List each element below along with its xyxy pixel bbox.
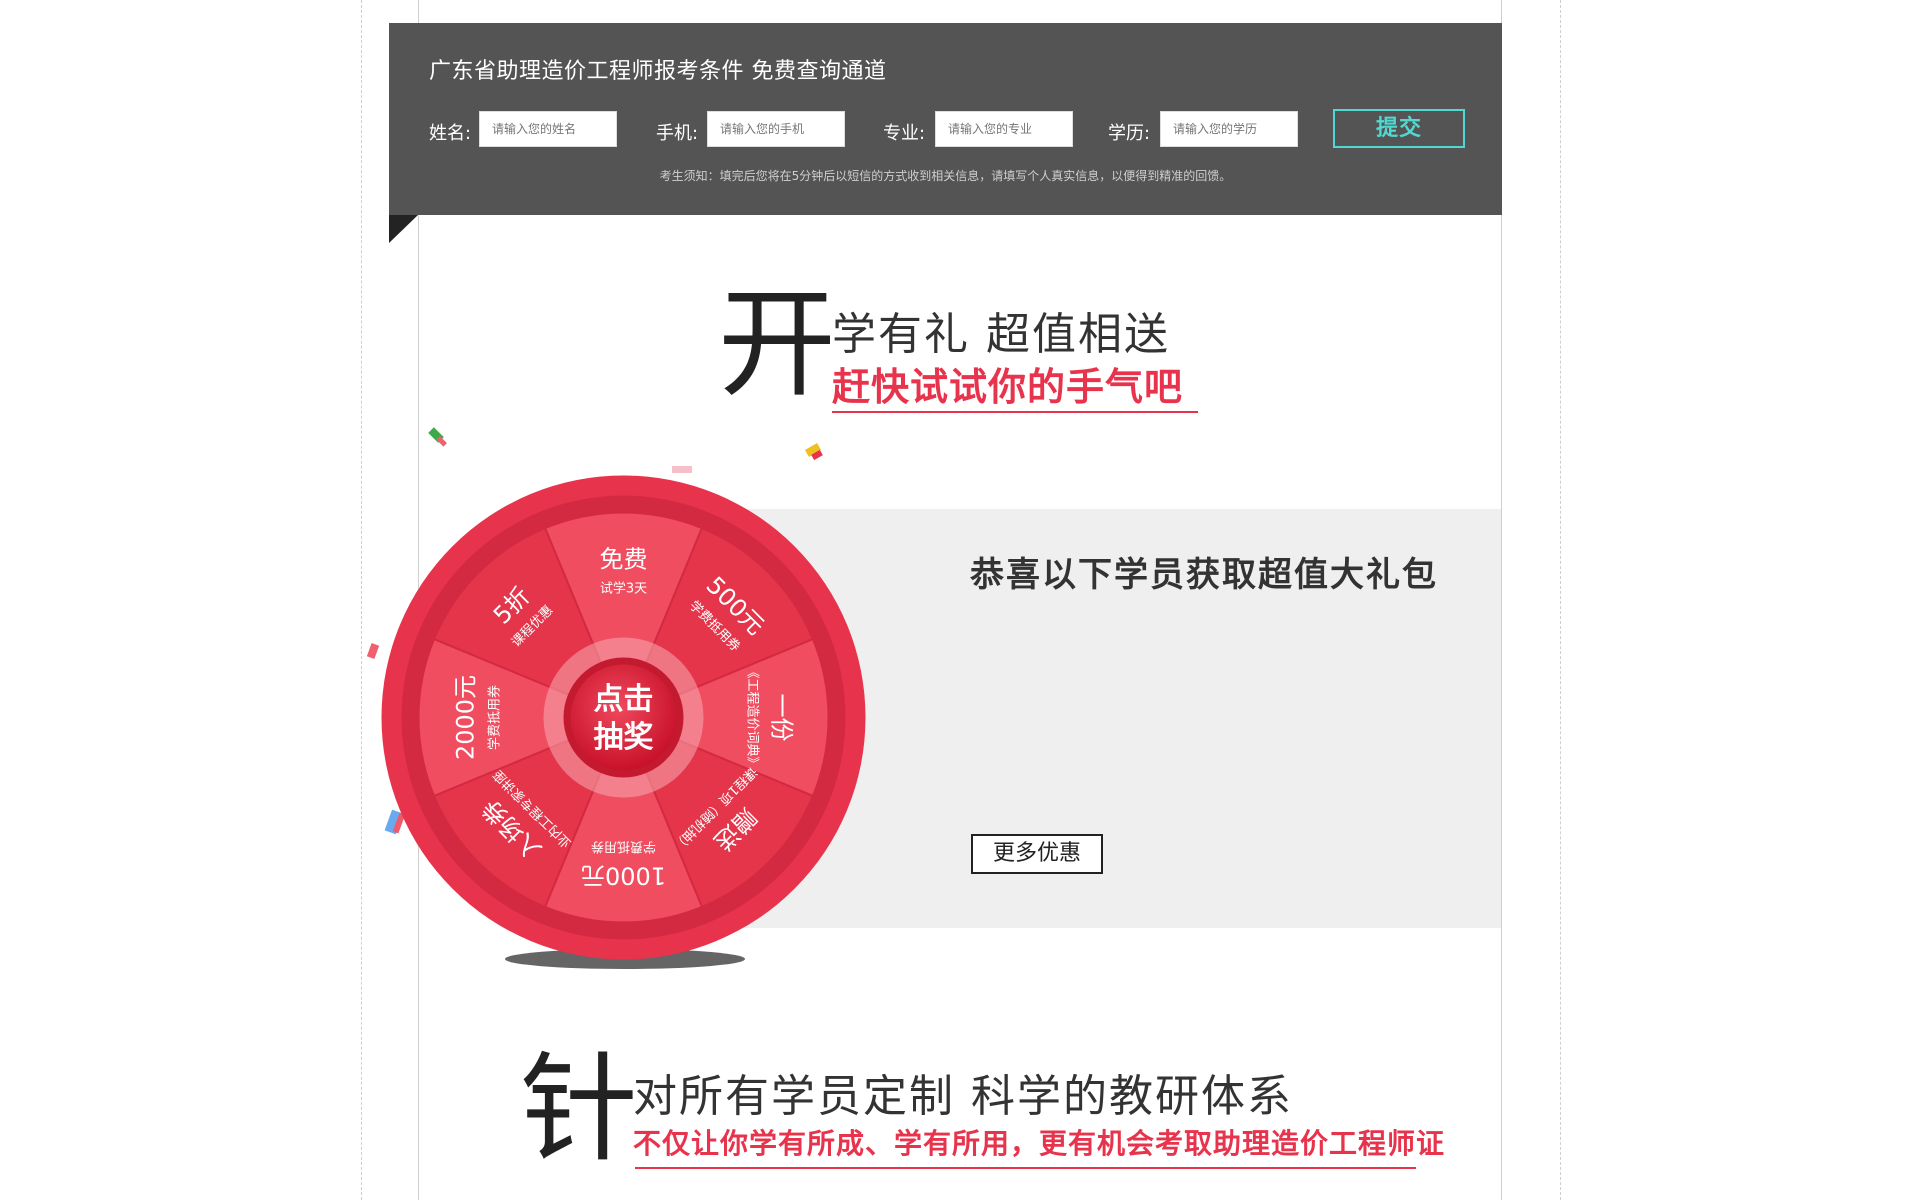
gift-big-char: 开 <box>718 275 837 413</box>
winners-title: 恭喜以下学员获取超值大礼包 <box>970 555 1438 595</box>
wheel-segment-prize: 免费 <box>600 546 648 574</box>
wheel-segment-prize: 一份 <box>768 694 796 742</box>
wheel-segment-desc: 学费抵用券 <box>591 839 656 855</box>
inquiry-form: 广东省助理造价工程师报考条件 免费查询通道 姓名: 手机: 专业: 学历: 提交… <box>389 23 1502 215</box>
name-label: 姓名: <box>429 123 472 144</box>
submit-button[interactable]: 提交 <box>1333 109 1465 148</box>
name-input[interactable] <box>479 111 617 147</box>
phone-label: 手机: <box>656 123 699 144</box>
wheel-graphic: 免费试学3天 500元学费抵用券一份《工程造价词典》赠送课程1项（随机抽）1000… <box>381 475 866 960</box>
gift-title: 学有礼 超值相送 <box>832 309 1170 360</box>
wheel-segment-prize: 1000元 <box>581 862 666 890</box>
major-input[interactable] <box>935 111 1073 147</box>
research-subtitle-underline <box>635 1167 1416 1169</box>
education-label: 学历: <box>1108 123 1151 144</box>
confetti-decoration <box>428 427 447 447</box>
lottery-wheel: 免费 试学3天 500元 学费抵用券 一份 《工程造价词典》 赠送 课程1项（随机抽） 1000… <box>380 474 867 971</box>
phone-input[interactable] <box>707 111 845 147</box>
draw-button-label-2: 抽奖 <box>594 720 654 755</box>
education-input[interactable] <box>1160 111 1298 147</box>
wheel-segment-desc: 《工程造价词典》 <box>745 665 760 769</box>
wheel-segment-desc: 学费抵用券 <box>487 685 503 750</box>
form-notice: 考生须知：填完后您将在5分钟后以短信的方式收到相关信息，请填写个人真实信息，以便… <box>659 169 1232 183</box>
gift-subtitle-underline <box>832 411 1198 413</box>
more-offers-button[interactable]: 更多优惠 <box>971 834 1103 874</box>
page-guide-left <box>361 0 362 1200</box>
major-label: 专业: <box>883 123 926 144</box>
page-guide-right <box>1560 0 1561 1200</box>
draw-button[interactable]: 点击 抽奖 <box>570 664 677 771</box>
form-title: 广东省助理造价工程师报考条件 免费查询通道 <box>429 59 887 84</box>
wheel-segment-prize: 2000元 <box>452 675 480 760</box>
confetti-decoration <box>804 443 823 461</box>
research-title: 对所有学员定制 科学的教研体系 <box>633 1071 1293 1122</box>
gift-subtitle: 赶快试试你的手气吧 <box>832 365 1184 409</box>
wheel-segment-desc: 试学3天 <box>600 581 647 597</box>
ribbon-fold <box>389 215 418 243</box>
research-big-char: 针 <box>520 1040 639 1178</box>
research-subtitle: 不仅让你学有所成、学有所用，更有机会考取助理造价工程师证 <box>633 1127 1446 1160</box>
draw-button-label-1: 点击 <box>594 682 654 717</box>
